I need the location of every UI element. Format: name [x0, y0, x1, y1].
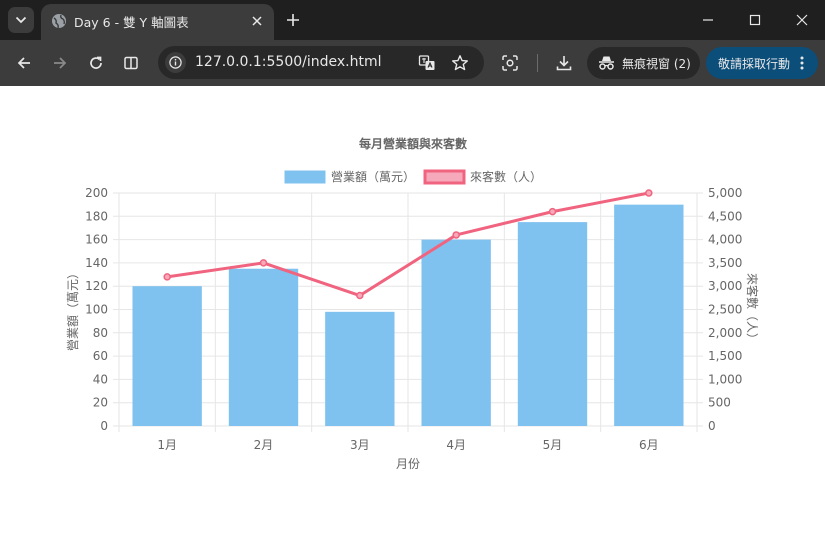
x-axis: 1月 2月 3月 4月 5月 6月 — [157, 438, 658, 452]
chart-legend: 營業額（萬元） 來客數（人） — [284, 169, 542, 185]
line-point-5月 — [548, 207, 557, 216]
tab-search-button[interactable] — [8, 7, 34, 33]
bar-6月 — [614, 204, 684, 426]
tab-title: Day 6 - 雙 Y 軸圖表 — [74, 15, 189, 30]
take-action-label: 敬請採取行動 — [718, 57, 791, 71]
y-right-tick-label: 500 — [708, 396, 731, 410]
downloads-button[interactable] — [554, 53, 574, 73]
y-left-tick-label: 40 — [93, 372, 108, 386]
address-bar[interactable]: 127.0.0.1:5500/index.html — [158, 46, 484, 79]
y-left-tick-label: 80 — [93, 326, 108, 340]
toolbar-divider — [537, 54, 538, 72]
y-right-tick-label: 3,000 — [708, 279, 742, 293]
y-left-tick-label: 60 — [93, 349, 108, 363]
line-point-1月 — [163, 273, 171, 281]
bar-2月 — [228, 268, 299, 426]
google-lens-button[interactable] — [500, 53, 520, 73]
forward-button[interactable] — [50, 53, 70, 73]
y-axis-left: 0 20 40 60 80 100 120 140 160 180 200 — [85, 186, 108, 433]
translate-button[interactable] — [417, 53, 437, 73]
y-right-tick-label: 5,000 — [708, 186, 742, 200]
globe-icon — [52, 14, 66, 29]
y-right-tick-label: 4,000 — [708, 233, 742, 247]
more-vert-icon — [800, 56, 804, 70]
url-text: 127.0.0.1:5500/index.html — [195, 54, 382, 70]
y-left-tick-label: 180 — [85, 209, 108, 223]
back-arrow-icon — [17, 57, 30, 69]
info-icon — [169, 56, 182, 69]
tab-close-button[interactable] — [249, 13, 265, 29]
reload-icon — [90, 56, 102, 69]
reload-button[interactable] — [86, 53, 106, 73]
incognito-label: 無痕視窗 (2) — [622, 57, 691, 71]
bar-3月 — [325, 311, 395, 426]
x-tick-label: 1月 — [157, 438, 177, 452]
x-tick-label: 3月 — [350, 438, 370, 452]
y-left-tick-label: 100 — [85, 303, 108, 317]
maximize-icon — [749, 14, 761, 26]
x-tick-label: 5月 — [543, 438, 563, 452]
y-right-tick-label: 0 — [708, 419, 716, 433]
y-right-tick-label: 1,000 — [708, 372, 742, 386]
y-left-tick-label: 160 — [85, 233, 108, 247]
y-right-tick-label: 3,500 — [708, 256, 742, 270]
x-tick-label: 2月 — [254, 438, 274, 452]
take-action-button[interactable]: 敬請採取行動 — [706, 47, 818, 79]
y-axis-left-title: 營業額（萬元） — [66, 267, 80, 351]
y-left-tick-label: 200 — [85, 186, 108, 200]
close-icon — [252, 16, 262, 26]
dual-axis-chart: 每月營業額與來客數 營業額（萬元） 來客數（人） 0 20 40 60 80 100 120… — [66, 136, 760, 471]
y-right-tick-label: 1,500 — [708, 349, 742, 363]
incognito-indicator[interactable]: 無痕視窗 (2) — [587, 47, 700, 79]
split-view-button[interactable] — [121, 53, 141, 73]
active-tab[interactable]: Day 6 - 雙 Y 軸圖表 — [41, 4, 274, 40]
chart-title: 每月營業額與來客數 — [359, 136, 467, 151]
y-axis-right-title: 來客數（人） — [745, 273, 760, 345]
split-view-icon — [124, 56, 138, 70]
legend-swatch-line — [423, 169, 466, 185]
y-left-tick-label: 140 — [85, 256, 108, 270]
x-tick-label: 4月 — [446, 438, 466, 452]
y-right-tick-label: 4,500 — [708, 209, 742, 223]
minimize-button[interactable] — [698, 10, 718, 30]
bar-5月 — [517, 222, 588, 426]
lens-icon — [502, 55, 518, 71]
y-right-tick-label: 2,500 — [708, 303, 742, 317]
incognito-icon — [599, 56, 614, 70]
line-point-4月 — [452, 231, 460, 239]
bar-4月 — [421, 239, 491, 426]
site-info-button[interactable] — [165, 52, 186, 73]
chevron-down-icon — [15, 16, 27, 24]
window-close-button[interactable] — [792, 10, 812, 30]
maximize-button[interactable] — [745, 10, 765, 30]
legend-label-bar: 營業額（萬元） — [331, 170, 415, 184]
y-left-tick-label: 20 — [93, 396, 108, 410]
tab-strip: Day 6 - 雙 Y 軸圖表 — [0, 0, 825, 40]
line-point-2月 — [259, 259, 268, 267]
forward-arrow-icon — [54, 57, 67, 69]
translate-icon — [418, 55, 435, 70]
x-axis-title: 月份 — [396, 457, 420, 471]
legend-label-line: 來客數（人） — [470, 169, 542, 184]
browser-toolbar: 127.0.0.1:5500/index.html 無痕視窗 (2) 敬請採取行… — [0, 40, 825, 86]
line-point-6月 — [645, 189, 653, 197]
bar-1月 — [132, 286, 202, 426]
y-axis-right: 0 500 1,000 1,500 2,000 2,500 3,000 3,500 4,000 4… — [708, 186, 742, 433]
x-tick-label: 6月 — [639, 438, 659, 452]
new-tab-button[interactable] — [284, 11, 302, 29]
back-button[interactable] — [14, 53, 34, 73]
y-left-tick-label: 0 — [100, 419, 108, 433]
legend-swatch-bar — [284, 170, 326, 184]
minimize-icon — [703, 19, 713, 21]
line-point-3月 — [356, 291, 364, 300]
bookmark-star-button[interactable] — [450, 53, 470, 73]
y-right-tick-label: 2,000 — [708, 326, 742, 340]
download-icon — [556, 56, 572, 71]
close-icon — [796, 14, 808, 26]
page-content: 每月營業額與來客數 營業額（萬元） 來客數（人） 0 20 40 60 80 100 120… — [0, 86, 825, 549]
y-left-tick-label: 120 — [85, 279, 108, 293]
star-icon — [452, 55, 468, 71]
